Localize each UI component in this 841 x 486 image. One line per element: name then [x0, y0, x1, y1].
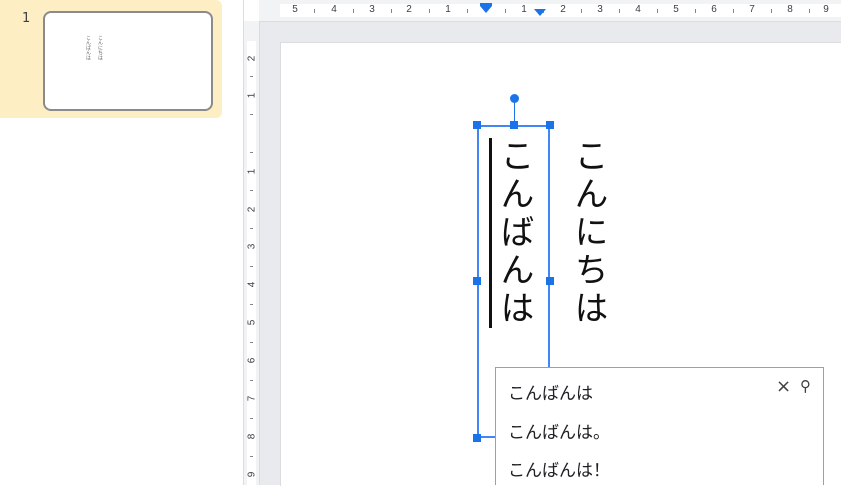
ruler-tick — [429, 9, 430, 13]
ruler-tick — [657, 9, 658, 13]
ime-suggestion-dropdown: こんばんは こんばんは。 こんばんは！ × ⚲ — [495, 367, 824, 485]
slide-number: 1 — [22, 11, 31, 26]
ruler-tick — [250, 418, 253, 419]
slide-thumbnail[interactable]: こんばんは こんにちは — [43, 11, 213, 111]
ruler-label: 3 — [369, 4, 375, 15]
ruler-label: 6 — [246, 357, 258, 364]
ruler-label: 9 — [823, 4, 829, 15]
ruler-tick — [250, 380, 253, 381]
ruler-tick — [695, 9, 696, 13]
ruler-label: 2 — [406, 4, 412, 15]
resize-handle-top[interactable] — [510, 121, 518, 129]
ruler-tick — [733, 9, 734, 13]
text-konnichiwa[interactable]: こんにちは — [568, 138, 608, 328]
ruler-label: 8 — [246, 433, 258, 440]
ruler-label: 3 — [597, 4, 603, 15]
vertical-ruler[interactable]: 2 1 1 2 3 4 5 6 7 8 9 — [244, 21, 260, 485]
ruler-tick — [771, 9, 772, 13]
ruler-tick — [250, 456, 253, 457]
thumbnail-text-2: こんにちは — [97, 35, 103, 60]
text-konbanwa[interactable]: こんばんは — [494, 138, 534, 328]
resize-handle-right[interactable] — [546, 277, 554, 285]
ruler-label: 1 — [246, 92, 258, 99]
ruler-label: 4 — [635, 4, 641, 15]
ruler-tick — [391, 9, 392, 13]
ruler-label: 2 — [246, 206, 258, 213]
ruler-tick — [581, 9, 582, 13]
resize-handle-bottom-left[interactable] — [473, 434, 481, 442]
ruler-tick — [250, 114, 253, 115]
ruler-tick — [505, 9, 506, 13]
ruler-tick — [619, 9, 620, 13]
ruler-label: 1 — [521, 4, 527, 15]
ruler-tick — [250, 190, 253, 191]
suggestion-item[interactable]: こんばんは！ — [508, 456, 610, 481]
resize-handle-top-right[interactable] — [546, 121, 554, 129]
ruler-label: 6 — [711, 4, 717, 15]
slide-thumbnail-row-1[interactable]: 1 こんばんは こんにちは — [0, 0, 222, 118]
left-indent-marker[interactable] — [480, 6, 492, 13]
ruler-label: 7 — [246, 395, 258, 402]
ruler-label: 7 — [749, 4, 755, 15]
ruler-tick — [250, 76, 253, 77]
ruler-label: 4 — [246, 281, 258, 288]
ruler-label: 1 — [445, 4, 451, 15]
ruler-tick — [314, 9, 315, 13]
ruler-label: 1 — [246, 168, 258, 175]
ruler-tick — [250, 266, 253, 267]
search-icon[interactable]: ⚲ — [800, 379, 811, 394]
ruler-tick — [250, 342, 253, 343]
ruler-tick — [250, 304, 253, 305]
ruler-tick — [353, 9, 354, 13]
rotate-handle[interactable] — [510, 94, 519, 103]
horizontal-ruler[interactable]: 5 4 3 2 1 1 2 3 4 5 6 7 8 9 — [259, 0, 841, 22]
filmstrip: 1 こんばんは こんにちは — [0, 0, 243, 485]
ruler-label: 4 — [331, 4, 337, 15]
ruler-tick — [809, 9, 810, 13]
resize-handle-top-left[interactable] — [473, 121, 481, 129]
ruler-tick — [250, 152, 253, 153]
suggestion-item[interactable]: こんばんは — [508, 379, 593, 404]
ruler-label: 5 — [246, 319, 258, 326]
ruler-tick — [250, 228, 253, 229]
close-icon[interactable]: × — [776, 378, 791, 396]
ruler-label: 5 — [292, 4, 298, 15]
ruler-label: 9 — [246, 471, 258, 478]
ruler-label: 3 — [246, 243, 258, 250]
ruler-label: 2 — [560, 4, 566, 15]
ruler-label: 2 — [246, 55, 258, 62]
ruler-label: 8 — [787, 4, 793, 15]
thumbnail-text-1: こんばんは — [85, 35, 91, 60]
right-indent-marker[interactable] — [534, 9, 546, 16]
ruler-label: 5 — [673, 4, 679, 15]
resize-handle-left[interactable] — [473, 277, 481, 285]
ruler-tick — [467, 9, 468, 13]
suggestion-item[interactable]: こんばんは。 — [508, 418, 610, 443]
